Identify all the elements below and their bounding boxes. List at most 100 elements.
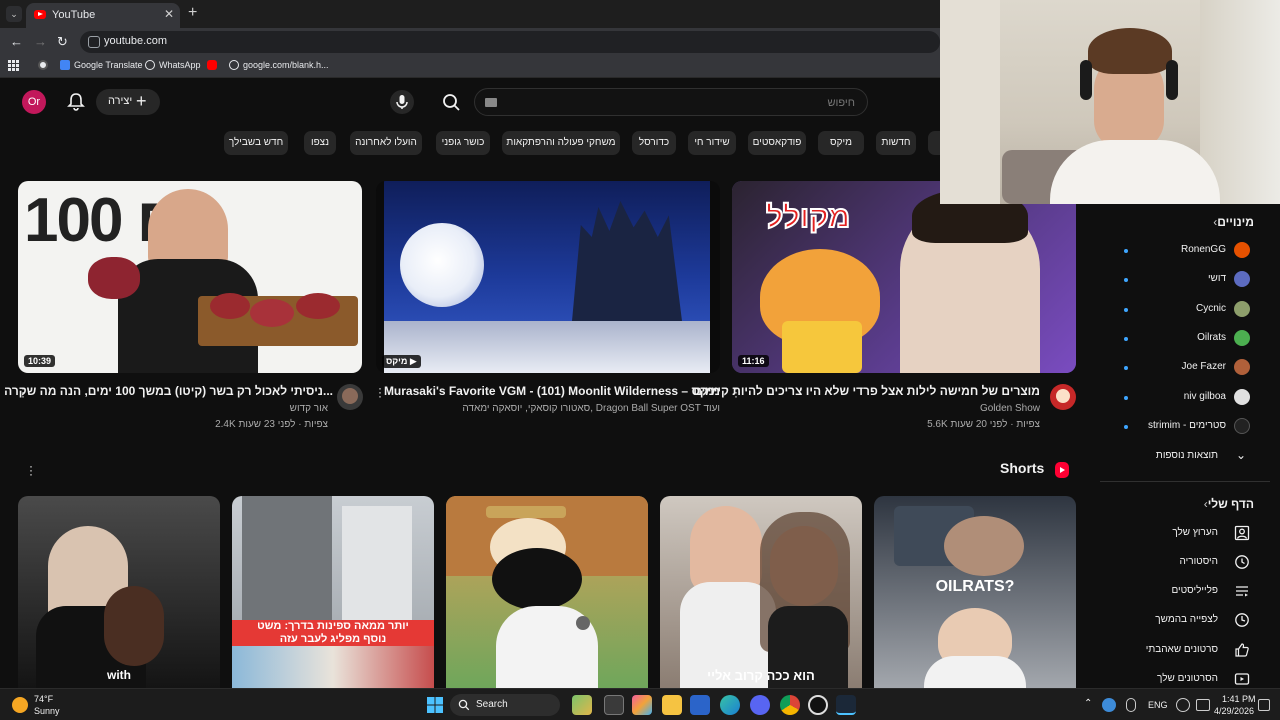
more-actions-icon[interactable]: · · · bbox=[733, 382, 739, 402]
channel-avatar[interactable] bbox=[337, 384, 363, 410]
task-view-icon[interactable] bbox=[604, 695, 624, 715]
subscription-oilrats[interactable]: Oilrats bbox=[1100, 328, 1270, 352]
reload-icon[interactable]: ↻ bbox=[57, 34, 68, 50]
chip-basketball[interactable]: כדורסל bbox=[632, 131, 676, 155]
subscription-joe-fazer[interactable]: Joe Fazer bbox=[1100, 357, 1270, 381]
subscription-strimim[interactable]: strimim - סטרימים bbox=[1100, 416, 1270, 440]
more-actions-icon[interactable]: · · · bbox=[377, 382, 383, 402]
tab-search-icon[interactable]: ⌄ bbox=[6, 6, 22, 22]
sidebar-item-your-channel[interactable]: הערוץ שלך bbox=[1100, 523, 1270, 547]
video-thumbnail[interactable]: מקולל 11:16 bbox=[732, 181, 1076, 373]
search-box[interactable] bbox=[474, 88, 868, 116]
video-title[interactable]: מוצרים של חמישה לילות אצל פרדי שלא היו צ… bbox=[693, 384, 1040, 398]
discord-icon[interactable] bbox=[750, 695, 770, 715]
person-head bbox=[944, 516, 1024, 576]
tray-app-icon[interactable] bbox=[1102, 698, 1116, 712]
subscription-doshi[interactable]: דושי bbox=[1100, 269, 1270, 293]
video-thumbnail[interactable]: מיקס ▶ bbox=[376, 181, 720, 373]
notifications-icon[interactable] bbox=[1258, 699, 1270, 711]
search-input[interactable] bbox=[515, 94, 855, 112]
shorts-heading: Shorts bbox=[1000, 460, 1045, 476]
bookmark-google-blank[interactable]: google.com/blank.h... bbox=[229, 60, 329, 70]
tab-youtube[interactable]: YouTube ✕ bbox=[26, 3, 180, 28]
file-explorer-icon[interactable] bbox=[662, 695, 682, 715]
clock-date[interactable]: 4/29/2026 bbox=[1214, 706, 1254, 716]
microsoft-store-icon[interactable] bbox=[690, 695, 710, 715]
bookmark-label: google.com/blank.h... bbox=[243, 60, 329, 70]
sidebar-item-watch-later[interactable]: לצפייה בהמשך bbox=[1100, 610, 1270, 634]
wifi-icon[interactable] bbox=[1176, 698, 1190, 712]
sidebar-item-label: היסטוריה bbox=[1179, 556, 1219, 567]
steam-icon[interactable] bbox=[836, 695, 856, 715]
subscription-cycnic[interactable]: Cycnic bbox=[1100, 299, 1270, 323]
short-item[interactable]: יותר ממאה ספינות בדרך: משט נוסף מפליג לע… bbox=[232, 496, 434, 688]
taskbar-search-box[interactable]: Search bbox=[450, 694, 560, 716]
short-item[interactable]: with bbox=[18, 496, 220, 688]
sidebar-item-playlists[interactable]: פלייליסטים bbox=[1100, 581, 1270, 605]
widgets-app-icon[interactable] bbox=[572, 695, 592, 715]
new-tab-icon[interactable]: + bbox=[188, 4, 197, 22]
chip-live[interactable]: שידור חי bbox=[688, 131, 736, 155]
voice-search-mic-icon[interactable] bbox=[390, 90, 414, 114]
bookmark-whatsapp[interactable]: WhatsApp bbox=[145, 60, 201, 70]
short-item[interactable] bbox=[446, 496, 648, 688]
language-indicator[interactable]: ENG bbox=[1148, 700, 1168, 710]
search-button[interactable] bbox=[431, 88, 471, 116]
edge-browser-icon[interactable] bbox=[720, 695, 740, 715]
create-button[interactable]: יצירה + bbox=[96, 89, 160, 115]
apps-grid-icon[interactable] bbox=[8, 60, 19, 73]
short-item[interactable]: OILRATS? bbox=[874, 496, 1076, 688]
chip-podcasts[interactable]: פודקאסטים bbox=[748, 131, 806, 155]
video-title[interactable]: ניסיתי לאכול רק בשר (קיטו) במשך 100 ימים… bbox=[4, 384, 333, 398]
account-avatar[interactable]: Or bbox=[22, 90, 46, 114]
microphone-tray-icon[interactable] bbox=[1126, 698, 1136, 712]
channel-name[interactable]: אור קדוש bbox=[290, 403, 328, 414]
channel-name[interactable]: Golden Show bbox=[980, 403, 1040, 414]
channel-avatar[interactable] bbox=[1050, 384, 1076, 410]
video-title[interactable]: Murasaki's Favorite VGM - (101) Moonlit … bbox=[384, 384, 720, 398]
subscriptions-heading[interactable]: ‹מינויים bbox=[1205, 215, 1254, 229]
sidebar-item-liked-videos[interactable]: סרטונים שאהבתי bbox=[1100, 640, 1270, 664]
subscription-ronengg[interactable]: RonenGG bbox=[1100, 240, 1270, 264]
back-icon[interactable]: ← bbox=[10, 34, 23, 49]
chip-fitness[interactable]: כושר גופני bbox=[436, 131, 490, 155]
notifications-bell-icon[interactable] bbox=[66, 92, 86, 112]
chrome-bookmark-icon[interactable] bbox=[38, 60, 52, 70]
show-hidden-icons-chevron-icon[interactable]: ⌃ bbox=[1084, 698, 1092, 709]
you-label: הדף שלי bbox=[1207, 497, 1254, 511]
chip-mixes[interactable]: מיקס bbox=[818, 131, 864, 155]
you-heading[interactable]: ‹הדף שלי bbox=[1196, 497, 1254, 511]
chip-new-for-you[interactable]: חדש בשבילך bbox=[224, 131, 288, 155]
shorts-logo-icon bbox=[1055, 462, 1069, 478]
chip-recently-uploaded[interactable]: הועלו לאחרונה bbox=[350, 131, 422, 155]
video-thumbnail[interactable]: 100 יום 10:39 bbox=[18, 181, 362, 373]
shorts-more-icon[interactable]: · · · bbox=[28, 460, 34, 480]
views-and-date: 5.6K צפיות · לפני 20 שעות bbox=[927, 419, 1040, 430]
chrome-icon[interactable] bbox=[780, 695, 800, 715]
show-more-button[interactable]: תוצאות נוספות ⌄ bbox=[1100, 446, 1270, 470]
weather-sun-icon[interactable] bbox=[12, 697, 28, 713]
channel-name: דושי bbox=[1207, 273, 1226, 284]
short-item[interactable]: הוא ככה קרוב אליי bbox=[660, 496, 862, 688]
subscription-niv-gilboa[interactable]: niv gilboa bbox=[1100, 387, 1270, 411]
chip-action-adventure-games[interactable]: משחקי פעולה והרפתקאות bbox=[502, 131, 620, 155]
more-actions-icon[interactable]: · · · bbox=[20, 382, 26, 402]
chip-watched[interactable]: נצפו bbox=[304, 131, 336, 155]
volume-icon[interactable] bbox=[1196, 699, 1210, 711]
clock-time[interactable]: 1:41 PM bbox=[1222, 694, 1256, 704]
address-bar[interactable]: youtube.com bbox=[80, 31, 940, 53]
bookmark-google-translate[interactable]: Google Translate bbox=[60, 60, 143, 70]
start-windows-icon[interactable] bbox=[425, 695, 445, 715]
chip-all[interactable]: ה bbox=[928, 131, 940, 155]
person-face bbox=[690, 506, 762, 594]
forward-icon[interactable]: → bbox=[34, 34, 47, 49]
copilot-icon[interactable] bbox=[632, 695, 652, 715]
chip-news[interactable]: חדשות bbox=[876, 131, 916, 155]
bookmark-youtube-icon[interactable] bbox=[207, 60, 221, 70]
sidebar-item-history[interactable]: היסטוריה bbox=[1100, 552, 1270, 576]
site-info-icon[interactable] bbox=[88, 36, 100, 48]
channel-name[interactable]: סאטורו קוסאקי, יוסאקה ימאדה, Dragon Ball… bbox=[462, 403, 720, 414]
obs-icon[interactable] bbox=[808, 695, 828, 715]
close-tab-icon[interactable]: ✕ bbox=[164, 7, 174, 21]
keyboard-icon[interactable] bbox=[485, 98, 497, 107]
